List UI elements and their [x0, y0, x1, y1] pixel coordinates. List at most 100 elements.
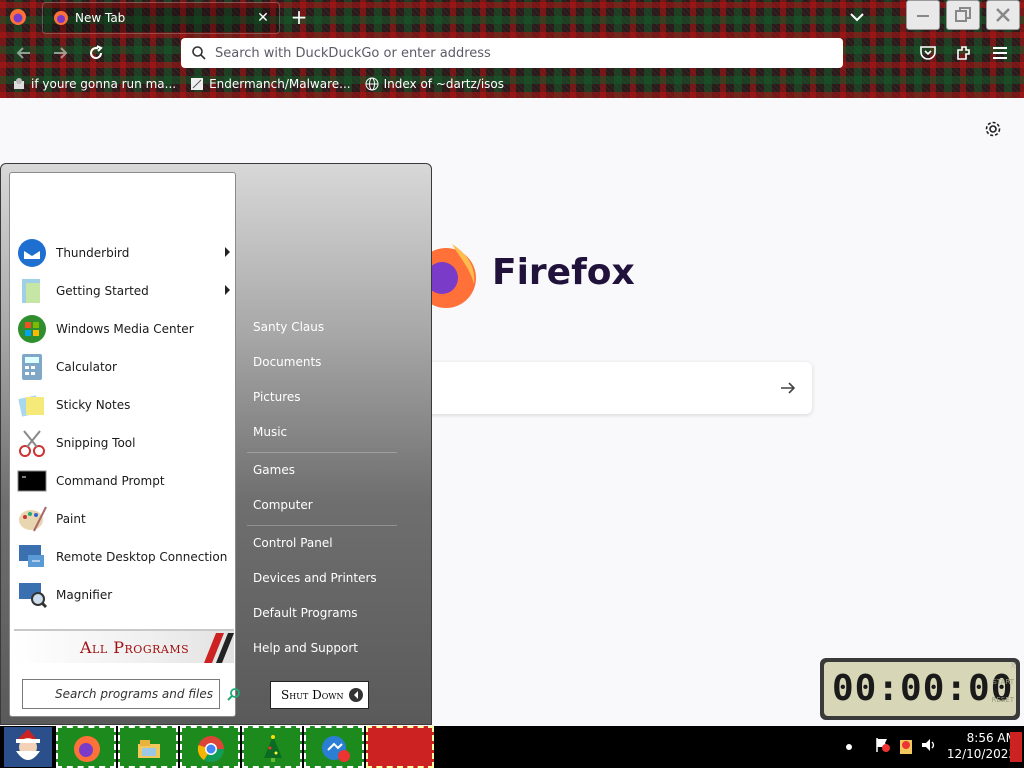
extensions-icon[interactable] [954, 43, 974, 63]
address-bar[interactable] [181, 38, 843, 68]
bookmarks-toolbar: if youre gonna run ma... Endermanch/Malw… [0, 70, 1024, 98]
shutdown-label: Shut Down [281, 688, 344, 702]
program-thunderbird[interactable]: Thunderbird [16, 235, 230, 271]
gadget-close-icon[interactable]: x [1010, 660, 1016, 671]
reload-icon[interactable] [86, 43, 106, 63]
taskbar-christmas-tree[interactable] [242, 726, 302, 768]
messenger-icon [322, 736, 350, 762]
bookmark-item[interactable]: Index of ~dartz/isos [365, 77, 504, 91]
back-arrow-icon[interactable] [14, 43, 34, 63]
tab-new-tab[interactable]: New Tab ✕ [42, 2, 280, 34]
taskbar-chrome[interactable] [180, 726, 240, 768]
all-programs-label: All Programs [80, 638, 190, 657]
taskbar-empty-slot[interactable] [366, 726, 434, 768]
submenu-arrow-icon [225, 285, 230, 295]
stopwatch-start-button[interactable]: START [992, 678, 1014, 686]
program-getting-started[interactable]: Getting Started [16, 273, 230, 309]
program-calculator[interactable]: Calculator [16, 349, 230, 385]
search-icon [192, 46, 206, 60]
program-windows-media-center[interactable]: Windows Media Center [16, 311, 230, 347]
clock-time[interactable]: 8:56 AM [940, 731, 1016, 745]
christmas-tree-icon [264, 735, 282, 762]
magnifier-icon [19, 583, 48, 609]
start-search-input[interactable]: Search programs and files [22, 679, 220, 709]
globe-icon [365, 77, 379, 91]
all-programs-button[interactable]: All Programs [14, 629, 234, 663]
new-tab-button[interactable]: + [288, 6, 310, 28]
bookmark-label: if youre gonna run ma... [31, 77, 177, 91]
clock-date[interactable]: 12/10/2023 [940, 747, 1016, 761]
show-desktop-button[interactable] [1010, 732, 1022, 762]
stopwatch-gadget: 00:00:00 x START RESET [820, 658, 1020, 720]
firefox-wordmark: Firefox [492, 252, 635, 293]
taskbar [0, 726, 1024, 768]
place-help-and-support[interactable]: Help and Support [253, 641, 358, 655]
divider [247, 525, 397, 526]
place-pictures[interactable]: Pictures [253, 390, 301, 404]
program-sticky-notes[interactable]: Sticky Notes [16, 387, 230, 423]
power-tray-icon[interactable] [896, 734, 916, 756]
taskbar-messenger[interactable] [304, 726, 364, 768]
forward-arrow-icon[interactable] [50, 43, 70, 63]
chevron-down-icon[interactable] [848, 8, 866, 26]
media-center-icon [18, 315, 46, 343]
santa-start-orb[interactable] [4, 727, 52, 767]
gear-folder-icon [14, 78, 24, 89]
place-devices-and-printers[interactable]: Devices and Printers [253, 571, 377, 585]
tab-title: New Tab [75, 11, 126, 25]
browser-chrome: New Tab ✕ + Search with DuckDuckGo or en… [0, 0, 1024, 98]
shutdown-button[interactable]: Shut Down [270, 681, 369, 709]
close-icon [996, 8, 1010, 22]
sticky-notes-icon [18, 395, 44, 417]
submenu-arrow-icon [225, 247, 230, 257]
tray-notification-dot[interactable] [846, 744, 852, 750]
minimize-button[interactable] [906, 0, 940, 30]
red-stripe-decoration [204, 633, 234, 663]
bookmark-item[interactable]: Endermanch/Malware... [190, 77, 351, 91]
hamburger-menu-icon[interactable] [990, 43, 1010, 63]
taskbar-firefox[interactable] [56, 726, 116, 768]
volume-icon[interactable] [920, 736, 938, 754]
program-magnifier[interactable]: Magnifier [16, 577, 230, 613]
explorer-icon [138, 740, 160, 758]
firefox-app-icon[interactable] [9, 8, 27, 26]
restore-button[interactable] [946, 0, 980, 30]
place-computer[interactable]: Computer [253, 498, 313, 512]
start-search-placeholder: Search programs and files [55, 687, 213, 701]
taskbar-explorer[interactable] [118, 726, 178, 768]
program-command-prompt[interactable]: Command Prompt [16, 463, 230, 499]
thunderbird-icon [18, 239, 46, 267]
github-icon [191, 78, 204, 90]
place-music[interactable]: Music [253, 425, 287, 439]
newtab-search-box[interactable] [400, 362, 812, 414]
bookmark-label: Index of ~dartz/isos [383, 77, 505, 91]
pocket-icon[interactable] [918, 43, 938, 63]
place-documents[interactable]: Documents [253, 355, 321, 369]
minimize-icon [917, 15, 929, 17]
place-games[interactable]: Games [253, 463, 295, 477]
restore-icon [955, 7, 971, 22]
gear-icon[interactable] [984, 120, 1002, 138]
place-default-programs[interactable]: Default Programs [253, 606, 358, 620]
start-menu: Thunderbird Getting Started Windows Medi… [0, 163, 432, 725]
close-tab-icon[interactable]: ✕ [255, 10, 271, 26]
program-remote-desktop[interactable]: Remote Desktop Connection [16, 539, 230, 575]
program-snipping-tool[interactable]: Snipping Tool [16, 425, 230, 461]
action-center-flag-icon[interactable] [874, 736, 892, 754]
snipping-tool-icon [19, 430, 45, 457]
shutdown-options-icon[interactable] [348, 687, 364, 703]
remote-desktop-icon [19, 545, 44, 567]
close-window-button[interactable] [986, 0, 1020, 30]
address-input[interactable] [215, 45, 815, 61]
stopwatch-reset-button[interactable]: RESET [992, 696, 1014, 704]
nav-bar [0, 36, 1024, 70]
programs-pane: Thunderbird Getting Started Windows Medi… [9, 172, 240, 717]
program-paint[interactable]: Paint [16, 501, 230, 537]
arrow-right-icon[interactable] [778, 378, 798, 398]
place-control-panel[interactable]: Control Panel [253, 536, 333, 550]
tab-bar: New Tab ✕ + [0, 0, 1024, 36]
place-santy-claus[interactable]: Santy Claus [253, 320, 324, 334]
firefox-icon [74, 736, 100, 762]
bookmark-item[interactable]: if youre gonna run ma... [12, 77, 176, 91]
search-icon[interactable] [227, 687, 241, 701]
